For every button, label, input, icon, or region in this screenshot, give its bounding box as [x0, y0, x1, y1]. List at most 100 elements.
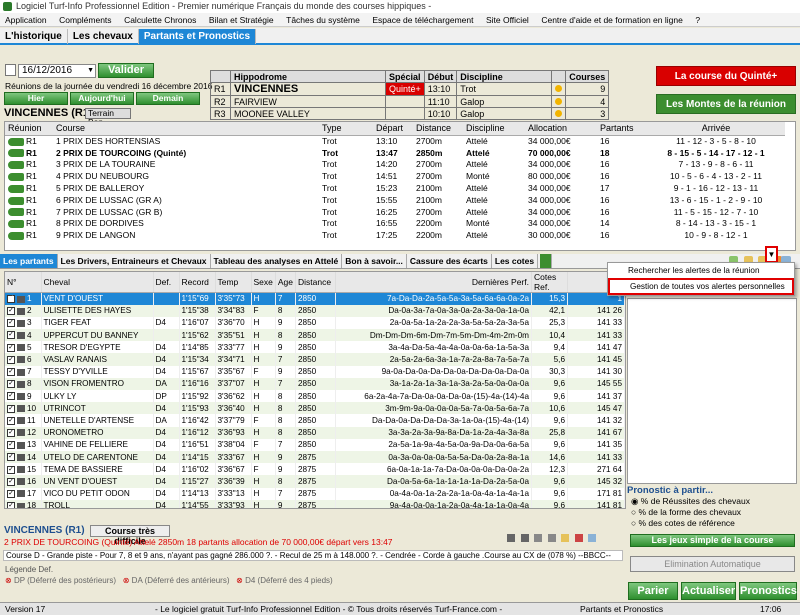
partant-cell: 2a-5a-1a-9a-4a-5a-0a-9a-Da-0a-6a-5a	[388, 440, 529, 450]
race-row[interactable]: R1 4 PRIX DU NEUBOURG Trot 14:51 2700m Monté 8…	[5, 170, 785, 182]
partant-row[interactable]: ✓ 8 VISON FROMENTRO DA 1'16"16 3'37"07 H 7 2850 3…	[5, 377, 625, 390]
popup-item-rechercher-alertes[interactable]: Rechercher les alertes de la réunion	[608, 263, 794, 278]
checkbox-icon[interactable]: ✓	[7, 380, 15, 389]
delete-icon[interactable]	[574, 534, 583, 542]
menu-aide[interactable]: Centre d'aide et de formation en ligne	[536, 13, 688, 27]
checkbox-icon[interactable]: ✓	[7, 319, 15, 328]
subtab-bon-a-savoir[interactable]: Bon à savoir...	[342, 254, 407, 268]
checkbox-icon[interactable]: ✓	[7, 477, 15, 486]
star-icon[interactable]	[561, 534, 570, 542]
checkbox-icon[interactable]: ✓	[7, 465, 15, 474]
menu-site-officiel[interactable]: Site Officiel	[481, 13, 534, 27]
subtab-cassure[interactable]: Cassure des écarts	[407, 254, 492, 268]
partant-cell: 9,6	[553, 489, 565, 499]
race-cell: 2200m	[416, 218, 442, 229]
checkbox-icon[interactable]: ✓	[7, 404, 15, 413]
zoom-in-icon[interactable]	[534, 534, 543, 542]
partant-row[interactable]: ✓ 17 VICO DU PETIT ODON D4 1'14"13 3'33"13 H 7 2…	[5, 487, 625, 500]
popup-item-gestion-alertes[interactable]: Gestion de toutes vos alertes personnell…	[608, 278, 794, 295]
chevron-down-icon[interactable]: ▼	[87, 65, 94, 77]
menu-bilan[interactable]: Bilan et Stratégie	[204, 13, 279, 27]
partant-row[interactable]: ✓ 15 TEMA DE BASSIERE D4 1'16"02 3'36"67 F 9 287…	[5, 463, 625, 476]
date-input[interactable]: 16/12/2016 ▼	[18, 64, 96, 78]
hip-row[interactable]: R2 FAIRVIEW 11:10 Galop 4	[210, 95, 610, 108]
partant-row[interactable]: ✓ 3 TIGER FEAT D4 1'16"07 3'36"70 H 9 2850 2a-0a-…	[5, 316, 625, 330]
partant-row[interactable]: ✓ 9 ULKY LY DP 1'15"92 3'36"62 H 8 2850 6a-2a-4a-…	[5, 390, 625, 403]
hip-row[interactable]: R3 MOONEE VALLEY 10:10 Galop 3	[210, 107, 610, 120]
binoculars-icon[interactable]	[507, 534, 515, 542]
checkbox-icon[interactable]: ✓	[7, 392, 15, 401]
checkbox-icon[interactable]: ✓	[7, 368, 15, 377]
elimination-button[interactable]: Elimination Automatique	[630, 556, 795, 572]
jeux-simple-button[interactable]: Les jeux simple de la course	[630, 534, 795, 547]
partant-row[interactable]: ✓ 18 TROLL D4 1'14"55 3'33"93 H 9 2875 9a-4a-0a-0…	[5, 499, 625, 508]
alerts-dropdown-button[interactable]: ▼	[765, 246, 778, 263]
partant-row[interactable]: ✓ 2 ULISETTE DES HAYES 1'15"38 3'34"83 F 8 2850…	[5, 304, 625, 317]
checkbox-icon[interactable]: ✓	[7, 355, 15, 364]
pronostic-option-reussites[interactable]: ◉ % de Réussites des chevaux	[627, 496, 797, 507]
race-row[interactable]: R1 2 PRIX DE TOURCOING (Quinté) Trot 13:47 2…	[5, 147, 785, 159]
race-row[interactable]: R1 8 PRIX DE DORDIVES Trot 16:55 2200m Monté 3…	[5, 218, 785, 230]
partant-row[interactable]: ✓ 7 TESSY D'YVILLE D4 1'15"67 3'35"67 F 9 2850 9a…	[5, 365, 625, 378]
menu-help[interactable]: ?	[690, 13, 705, 27]
partant-row[interactable]: ✓ 4 UPPERCUT DU BANNEY 1'15"62 3'35"51 H 8 2850…	[5, 329, 625, 342]
valider-button[interactable]: Valider	[98, 63, 154, 78]
checkbox-icon[interactable]: ✓	[7, 502, 15, 508]
radio-selected-icon[interactable]: ◉	[631, 496, 638, 506]
tab-chevaux[interactable]: Les chevaux	[68, 29, 139, 44]
race-row[interactable]: R1 5 PRIX DE BALLEROY Trot 15:23 2100m Attelé…	[5, 182, 785, 194]
checkbox-icon[interactable]: ✓	[7, 295, 15, 304]
checkbox-icon[interactable]: ✓	[7, 453, 15, 462]
checkbox-icon[interactable]: ✓	[7, 343, 15, 352]
tab-partants-pronostics[interactable]: Partants et Pronostics	[138, 29, 257, 44]
pronostics-button[interactable]: Pronostics	[739, 582, 797, 600]
tab-historique[interactable]: L'historique	[0, 29, 68, 44]
checkbox-icon[interactable]: ✓	[7, 428, 15, 437]
menu-taches[interactable]: Tâches du système	[281, 13, 365, 27]
quinte-button[interactable]: La course du Quinté+	[656, 66, 796, 86]
calendar-icon[interactable]	[5, 64, 16, 76]
race-row[interactable]: R1 3 PRIX DE LA TOURAINE Trot 14:20 2700m Att…	[5, 159, 785, 171]
radio-icon[interactable]: ○	[631, 518, 636, 528]
partant-row[interactable]: ✓ 10 UTRINCOT D4 1'15"93 3'36"40 H 8 2850 3m-9m-9…	[5, 402, 625, 415]
race-row[interactable]: R1 7 PRIX DE LUSSAC (GR B) Trot 16:25 2700m A…	[5, 206, 785, 218]
race-row[interactable]: R1 1 PRIX DES HORTENSIAS Trot 13:10 2700m Att…	[5, 135, 785, 147]
zoom-out-icon[interactable]	[547, 534, 556, 542]
subtab-drivers[interactable]: Les Drivers, Entraineurs et Chevaux	[58, 254, 211, 268]
race-row[interactable]: R1 9 PRIX DE LANGON Trot 17:25 2200m Attelé 30…	[5, 229, 785, 241]
pronostic-option-forme[interactable]: ○ % de la forme des chevaux	[627, 507, 797, 518]
checkbox-icon[interactable]: ✓	[7, 331, 15, 340]
aujourdhui-button[interactable]: Aujourd'hui	[70, 92, 134, 105]
checkbox-icon[interactable]: ✓	[7, 307, 15, 316]
partant-row[interactable]: ✓ 6 VASLAV RANAIS D4 1'15"34 3'34"71 H 7 2850 2a-…	[5, 353, 625, 366]
print-icon[interactable]	[520, 534, 529, 542]
partant-row[interactable]: ✓ 13 VAHINE DE FELLIERE D4 1'16"51 3'38"04 F 7 2…	[5, 438, 625, 451]
race-row[interactable]: R1 6 PRIX DE LUSSAC (GR A) Trot 15:55 2100m A…	[5, 194, 785, 206]
subtab-cotes[interactable]: Les cotes	[492, 254, 539, 268]
checkbox-icon[interactable]: ✓	[7, 416, 15, 425]
pronostic-option-cotes[interactable]: ○ % des cotes de référence	[627, 518, 797, 529]
menu-application[interactable]: Application	[0, 13, 52, 27]
checkbox-icon[interactable]: ✓	[7, 489, 15, 498]
montes-button[interactable]: Les Montes de la réunion	[656, 94, 796, 114]
actualiser-button[interactable]: Actualiser	[681, 582, 736, 600]
hip-row[interactable]: R1 VINCENNES Quinté+ 13:10 Trot 9	[210, 82, 610, 96]
checkbox-icon[interactable]: ✓	[7, 441, 15, 450]
parier-button[interactable]: Parier	[628, 582, 678, 600]
hier-button[interactable]: Hier	[4, 92, 68, 105]
menu-complements[interactable]: Compléments	[54, 13, 116, 27]
partant-row[interactable]: ✓ 1 VENT D'OUEST 1'15"69 3'35"73 H 7 2850 7a-Da-…	[5, 292, 625, 305]
partant-row[interactable]: ✓ 14 UTELO DE CARENTONE D4 1'14"15 3'33"67 H 9 2…	[5, 450, 625, 464]
partant-row[interactable]: ✓ 5 TRESOR D'EGYPTE D4 1'14"85 3'33"77 H 9 2850 3…	[5, 341, 625, 354]
radio-icon[interactable]: ○	[631, 507, 636, 517]
partant-row[interactable]: ✓ 11 UNETELLE D'ARTENSE DA 1'16"42 3'37"79 F 8 2…	[5, 414, 625, 427]
subtab-partants[interactable]: Les partants	[0, 254, 58, 268]
save-icon[interactable]	[588, 534, 597, 542]
menu-telechargement[interactable]: Espace de téléchargement	[367, 13, 478, 27]
green-square-icon[interactable]	[540, 254, 553, 268]
partant-row[interactable]: ✓ 12 URONOMETRO D4 1'16"12 3'36"93 H 8 2850 3a-3a…	[5, 426, 625, 439]
demain-button[interactable]: Demain	[136, 92, 200, 105]
menu-calculette[interactable]: Calculette Chronos	[119, 13, 201, 27]
subtab-analyses[interactable]: Tableau des analyses en Attelé	[211, 254, 343, 268]
partant-row[interactable]: ✓ 16 UN VENT D'OUEST D4 1'15"27 3'36"39 H 8 2875…	[5, 475, 625, 488]
